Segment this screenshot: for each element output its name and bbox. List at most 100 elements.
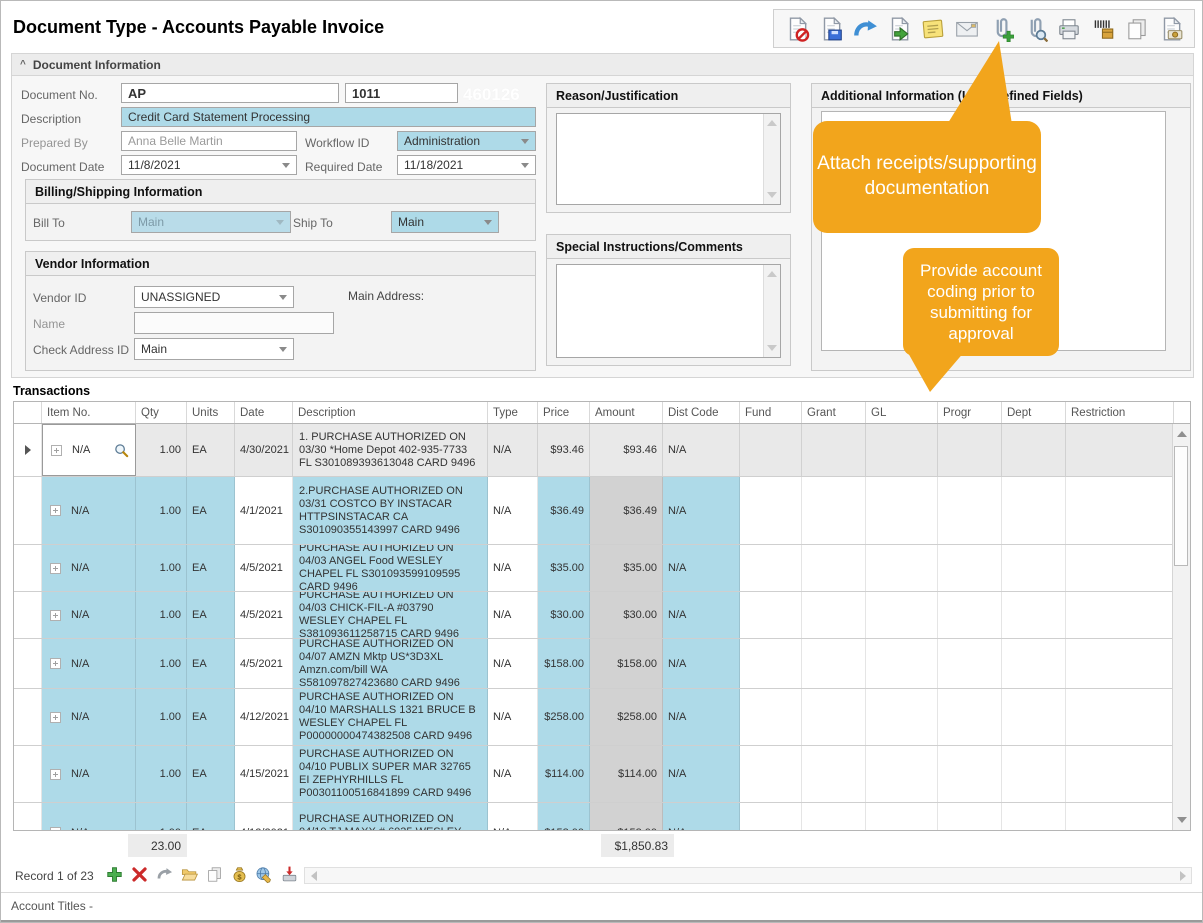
grid-vertical-scrollbar[interactable] (1172, 424, 1190, 830)
cell-restriction[interactable] (1066, 746, 1174, 802)
cell-qty[interactable]: 1.00 (136, 746, 187, 802)
description-input[interactable]: Credit Card Statement Processing (121, 107, 536, 127)
row-marker[interactable] (14, 746, 42, 802)
grid-header-type[interactable]: Type (488, 402, 538, 423)
cell-amount[interactable]: $93.46 (590, 424, 663, 476)
cell-description[interactable]: PURCHASE AUTHORIZED ON 04/10 PUBLIX SUPE… (293, 746, 488, 802)
cell-amount[interactable]: $114.00 (590, 746, 663, 802)
cell-units[interactable]: EA (187, 592, 235, 638)
cell-price[interactable]: $158.00 (538, 803, 590, 831)
expand-row-icon[interactable] (50, 505, 61, 516)
cell-amount[interactable]: $158.00 (590, 803, 663, 831)
grid-header-description[interactable]: Description (293, 402, 488, 423)
cell-description[interactable]: PURCHASE AUTHORIZED ON 04/03 ANGEL Food … (293, 545, 488, 591)
cell-dist_code[interactable]: N/A (663, 689, 740, 745)
special-scrollbar[interactable] (763, 265, 780, 357)
cell-date[interactable]: 4/30/2021 (235, 424, 293, 476)
grid-header-date[interactable]: Date (235, 402, 293, 423)
grid-header-item_no[interactable]: Item No. (42, 402, 136, 423)
cell-price[interactable]: $93.46 (538, 424, 590, 476)
cell-description[interactable]: PURCHASE AUTHORIZED ON 04/10 TJ MAXX # 6… (293, 803, 488, 831)
cell-units[interactable]: EA (187, 477, 235, 544)
grid-header-fund[interactable]: Fund (740, 402, 802, 423)
money-bag-icon[interactable]: $ (229, 864, 250, 885)
reason-scrollbar[interactable] (763, 114, 780, 204)
cell-price[interactable]: $258.00 (538, 689, 590, 745)
cell-gl[interactable] (866, 545, 938, 591)
cell-units[interactable]: EA (187, 689, 235, 745)
transaction-row[interactable]: N/A1.00EA4/12/2021PURCHASE AUTHORIZED ON… (14, 803, 1190, 831)
cell-type[interactable]: N/A (488, 746, 538, 802)
cell-dept[interactable] (1002, 477, 1066, 544)
cell-qty[interactable]: 1.00 (136, 803, 187, 831)
cell-amount[interactable]: $35.00 (590, 545, 663, 591)
cell-date[interactable]: 4/5/2021 (235, 592, 293, 638)
export-document-icon[interactable] (885, 15, 913, 43)
cell-units[interactable]: EA (187, 746, 235, 802)
transaction-row[interactable]: N/A1.00EA4/30/20211. PURCHASE AUTHORIZED… (14, 424, 1190, 477)
copy-pages-icon[interactable] (1123, 15, 1151, 43)
payment-document-icon[interactable] (1157, 15, 1185, 43)
cell-item_no[interactable]: N/A (42, 545, 136, 591)
cell-amount[interactable]: $30.00 (590, 592, 663, 638)
cell-qty[interactable]: 1.00 (136, 689, 187, 745)
cell-item_no[interactable]: N/A (42, 639, 136, 688)
cell-dist_code[interactable]: N/A (663, 746, 740, 802)
cell-item_no[interactable]: N/A (42, 592, 136, 638)
cell-item_no[interactable]: N/A (42, 746, 136, 802)
void-document-icon[interactable] (783, 15, 811, 43)
grid-header-restriction[interactable]: Restriction (1066, 402, 1174, 423)
undo-row-icon[interactable] (154, 864, 175, 885)
cell-dist_code[interactable]: N/A (663, 803, 740, 831)
cell-gl[interactable] (866, 592, 938, 638)
cell-restriction[interactable] (1066, 545, 1174, 591)
cell-progr[interactable] (938, 746, 1002, 802)
cell-gl[interactable] (866, 424, 938, 476)
cell-dept[interactable] (1002, 689, 1066, 745)
workflow-id-dropdown[interactable]: Administration (397, 131, 536, 151)
cell-grant[interactable] (802, 803, 866, 831)
row-marker[interactable] (14, 592, 42, 638)
grid-header-amount[interactable]: Amount (590, 402, 663, 423)
copy-row-icon[interactable] (204, 864, 225, 885)
document-no-prefix-input[interactable]: AP (121, 83, 339, 103)
cell-units[interactable]: EA (187, 803, 235, 831)
cell-description[interactable]: PURCHASE AUTHORIZED ON 04/03 CHICK-FIL-A… (293, 592, 488, 638)
scroll-down-icon[interactable] (767, 345, 777, 351)
scroll-up-icon[interactable] (767, 271, 777, 277)
document-date-dropdown[interactable]: 11/8/2021 (121, 155, 297, 175)
grid-header-dept[interactable]: Dept (1002, 402, 1066, 423)
cell-grant[interactable] (802, 545, 866, 591)
import-data-icon[interactable] (279, 864, 300, 885)
cell-progr[interactable] (938, 689, 1002, 745)
transaction-row[interactable]: N/A1.00EA4/5/2021PURCHASE AUTHORIZED ON … (14, 592, 1190, 639)
cell-fund[interactable] (740, 746, 802, 802)
cell-fund[interactable] (740, 803, 802, 831)
cell-amount[interactable]: $258.00 (590, 689, 663, 745)
grid-header-gl[interactable]: GL (866, 402, 938, 423)
grid-header-grant[interactable]: Grant (802, 402, 866, 423)
expand-row-icon[interactable] (50, 563, 61, 574)
globe-edit-icon[interactable] (254, 864, 275, 885)
cell-progr[interactable] (938, 424, 1002, 476)
cell-grant[interactable] (802, 424, 866, 476)
scroll-down-icon[interactable] (1177, 817, 1187, 823)
cell-gl[interactable] (866, 639, 938, 688)
cell-progr[interactable] (938, 639, 1002, 688)
cell-fund[interactable] (740, 545, 802, 591)
cell-fund[interactable] (740, 689, 802, 745)
cell-dept[interactable] (1002, 545, 1066, 591)
cell-amount[interactable]: $158.00 (590, 639, 663, 688)
grid-header-price[interactable]: Price (538, 402, 590, 423)
cell-date[interactable]: 4/5/2021 (235, 545, 293, 591)
cell-item_no[interactable]: N/A (42, 477, 136, 544)
delete-row-icon[interactable] (129, 864, 150, 885)
cell-date[interactable]: 4/1/2021 (235, 477, 293, 544)
print-icon[interactable] (1055, 15, 1083, 43)
row-marker[interactable] (14, 424, 42, 476)
scroll-right-icon[interactable] (1175, 870, 1190, 881)
cell-amount[interactable]: $36.49 (590, 477, 663, 544)
cell-price[interactable]: $36.49 (538, 477, 590, 544)
save-document-icon[interactable] (817, 15, 845, 43)
grid-horizontal-scrollbar[interactable] (304, 867, 1192, 884)
